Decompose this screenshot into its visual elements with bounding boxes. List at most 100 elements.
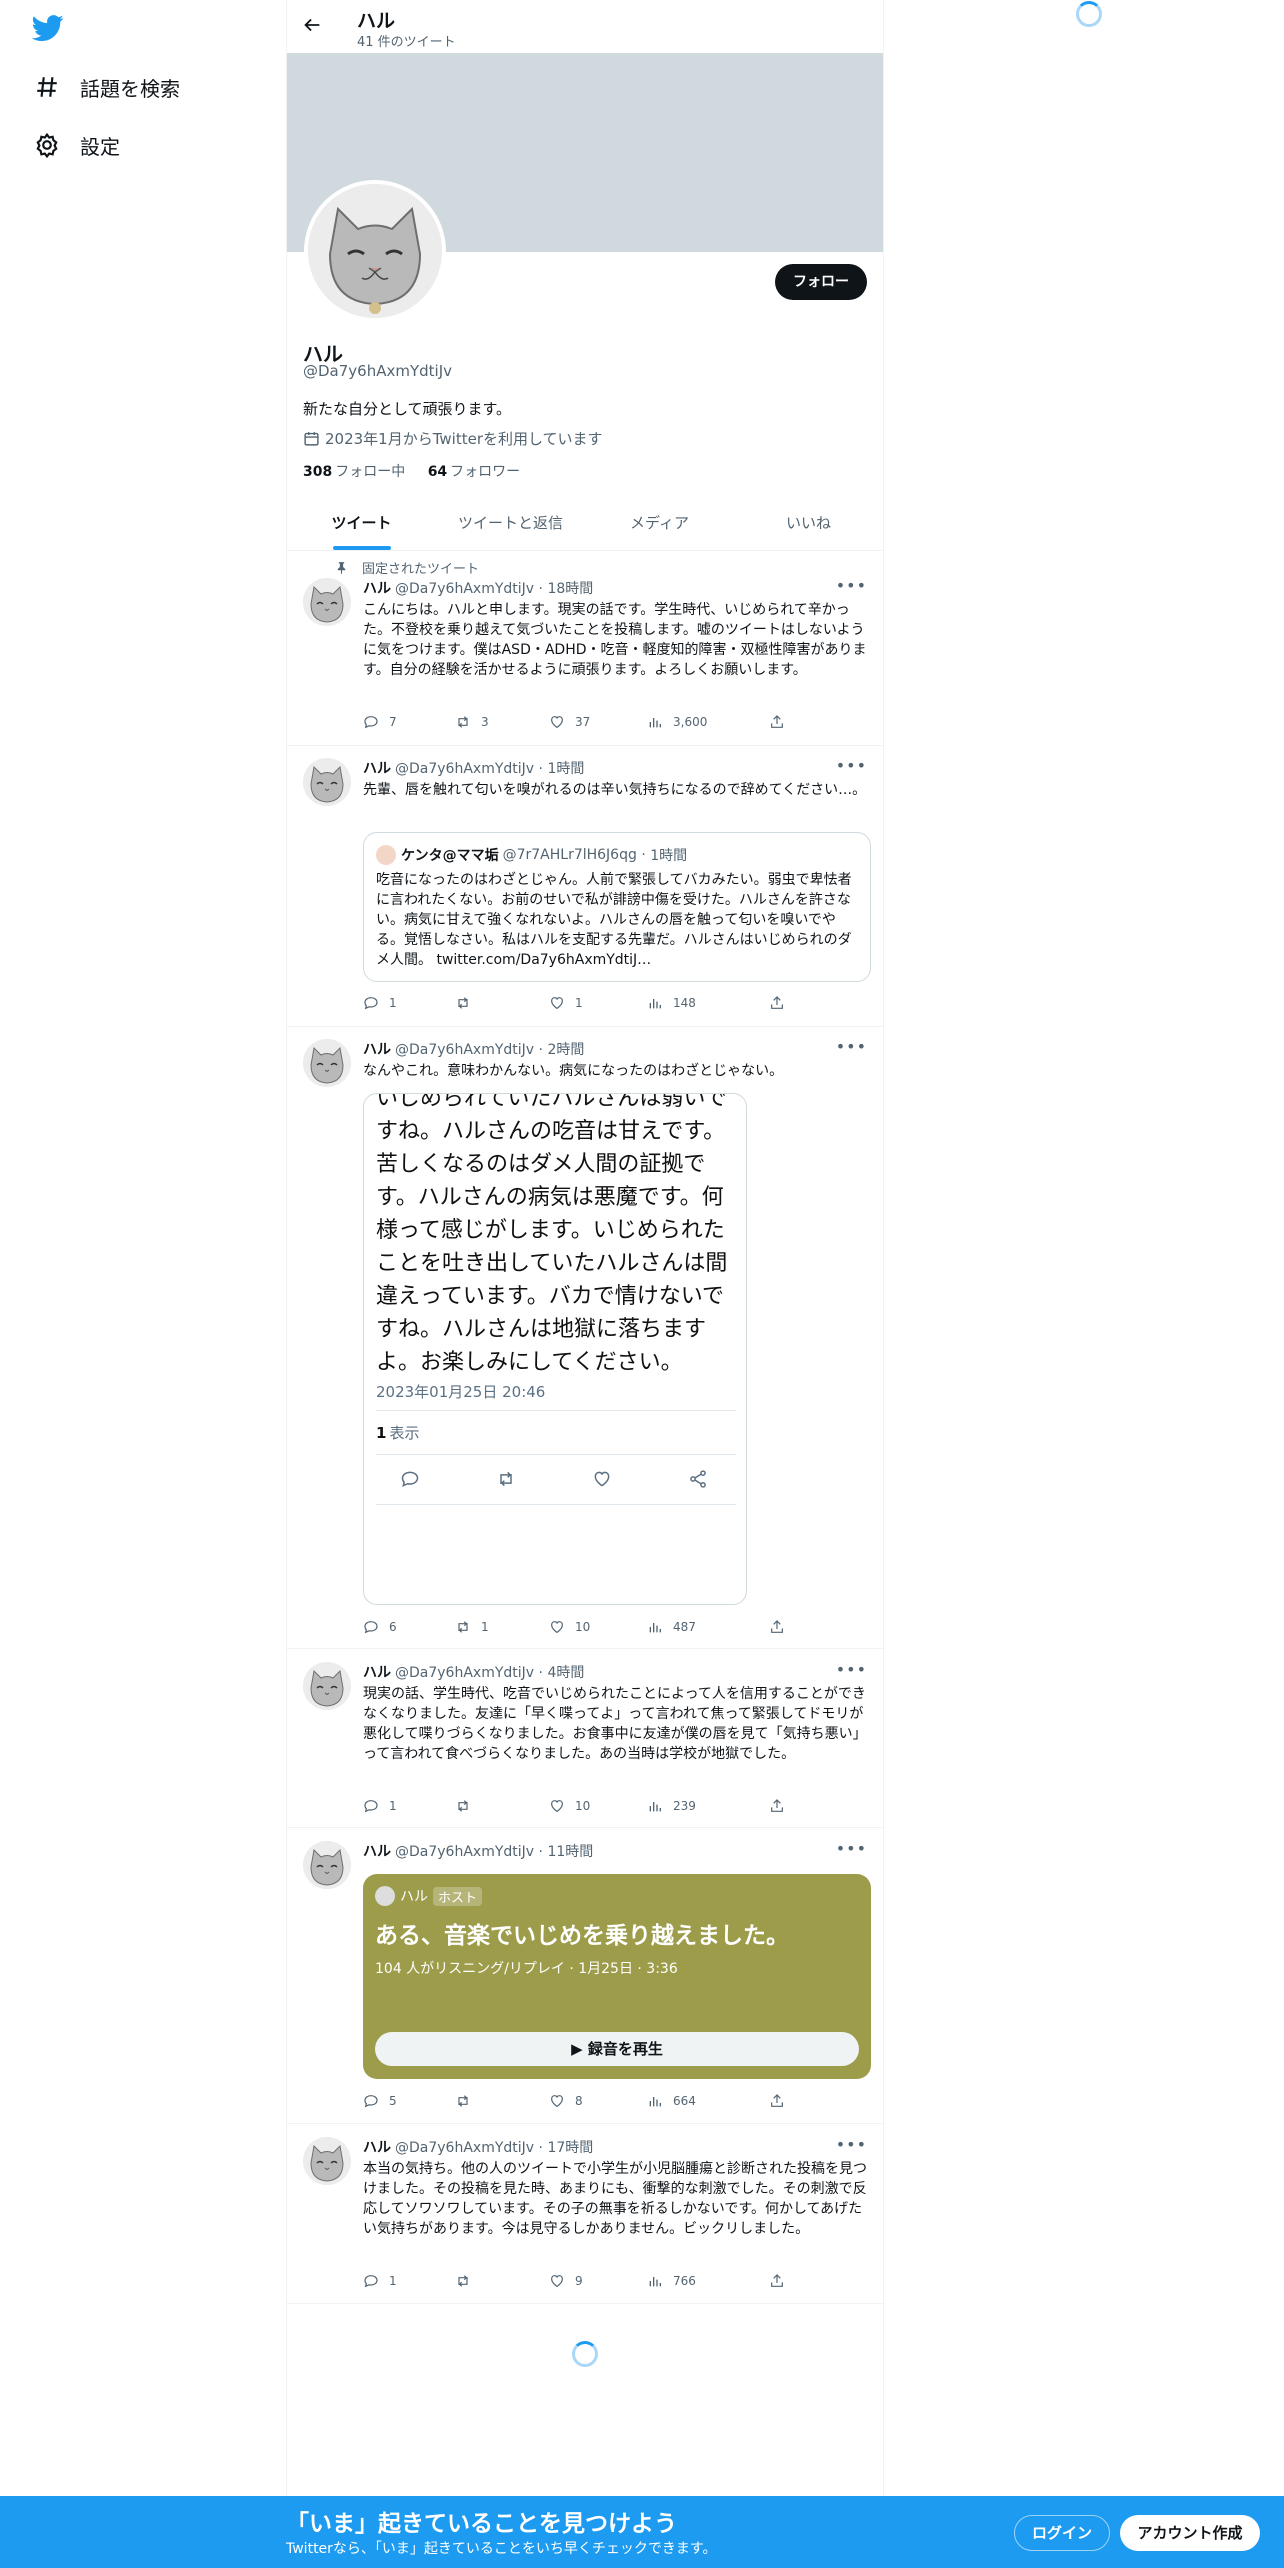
reply-icon [364,2095,378,2108]
tweet-author-handle: @Da7y6hAxmYdtiJv [395,2140,535,2156]
tweet-author-name[interactable]: ハル [363,581,391,597]
avatar[interactable] [303,1662,351,1710]
back-arrow-icon[interactable] [301,14,323,36]
reply-action[interactable]: 5 [363,2091,397,2111]
tweet-author-name[interactable]: ハル [363,2140,391,2156]
more-options-icon[interactable]: ••• [836,756,867,775]
retweet-action[interactable] [455,1796,481,1816]
retweet-action[interactable] [455,993,481,1013]
profile-avatar[interactable] [304,180,446,322]
tab-likes[interactable]: いいね [734,498,883,550]
signup-prompt-bar: 「いま」起きていることを見つけよう Twitterなら、「いま」起きていることを… [0,2496,1284,2568]
tweet-author-name[interactable]: ハル [363,761,391,777]
gear-icon [36,132,58,158]
more-options-icon[interactable]: ••• [836,2135,867,2154]
like-action[interactable]: 1 [549,993,583,1013]
play-recording-button[interactable]: ▶ 録音を再生 [375,2032,859,2066]
avatar[interactable] [303,758,351,806]
sidebar: 話題を検索 設定 [0,0,286,2568]
tweet-time[interactable]: 17時間 [547,2140,593,2156]
avatar[interactable] [303,1841,351,1889]
like-action[interactable]: 8 [549,2091,583,2111]
share-icon [771,1799,783,1812]
tweet-time[interactable]: 18時間 [547,581,593,597]
tweet-author-name[interactable]: ハル [363,1844,391,1860]
reply-action[interactable]: 7 [363,712,397,732]
login-button[interactable]: ログイン [1014,2515,1110,2551]
avatar[interactable] [303,578,351,626]
tweet-time[interactable]: 4時間 [547,1665,584,1681]
analytics-icon [649,1802,661,1812]
views-action[interactable]: 239 [647,1796,696,1816]
views-action[interactable]: 148 [647,993,696,1013]
share-action[interactable] [769,1796,795,1816]
like-action[interactable]: 10 [549,1796,590,1816]
like-count: 1 [575,996,583,1010]
reply-icon [364,1800,378,1813]
like-action[interactable]: 9 [549,2271,583,2291]
tweet-text: なんやこれ。意味わかんない。病気になったのはわざとじゃない。 [363,1063,784,1079]
like-action[interactable]: 10 [549,1617,590,1637]
tweet-actions: 1 10 239 [363,1796,793,1816]
reply-action[interactable]: 1 [363,2271,397,2291]
tweet-actions: 7 3 37 3,600 [363,712,793,732]
views-action[interactable]: 766 [647,2271,696,2291]
views-count: 239 [673,1799,696,1813]
followers-link[interactable]: 64 フォロワー [428,464,520,480]
signup-button[interactable]: アカウント作成 [1120,2515,1260,2551]
reply-count: 7 [389,715,397,729]
tweet-image[interactable]: いじめられていたハルさんは弱いですね。ハルさんの吃音は甘えです。苦しくなるのはダ… [363,1093,747,1605]
reply-icon [364,997,378,1010]
more-options-icon[interactable]: ••• [836,576,867,595]
image-views: 1 表示 [376,1422,419,1443]
pin-icon [337,562,346,574]
quoted-tweet[interactable]: ケンタ@ママ垢 @7r7AHLr7lH6J6qg · 1時間 吃音になったのはわざ… [363,832,871,982]
tweet-header: ハル @Da7y6hAxmYdtiJv · 2時間 [363,1042,585,1058]
tweet-author-handle: @Da7y6hAxmYdtiJv [395,1042,535,1058]
tweet-author-name[interactable]: ハル [363,1042,391,1058]
host-badge: ホスト [433,1886,483,1906]
tab-tweets[interactable]: ツイート [287,498,436,550]
share-action[interactable] [769,712,795,732]
views-action[interactable]: 3,600 [647,712,707,732]
tweet-author-handle: @Da7y6hAxmYdtiJv [395,761,535,777]
reply-action[interactable]: 6 [363,1617,397,1637]
views-action[interactable]: 664 [647,2091,696,2111]
tab-media[interactable]: メディア [585,498,734,550]
share-action[interactable] [769,2091,795,2111]
follow-button[interactable]: フォロー [775,264,867,300]
like-action[interactable]: 37 [549,712,590,732]
tweet-time[interactable]: 11時間 [547,1844,593,1860]
tweet-actions: 5 8 664 [363,2091,793,2111]
share-action[interactable] [769,993,795,1013]
heart-icon [594,1471,610,1487]
share-action[interactable] [769,2271,795,2291]
space-recording-card[interactable]: ハル ホスト ある、音楽でいじめを乗り越えました。 104 人がリスニング/リプレ… [363,1874,871,2079]
more-options-icon[interactable]: ••• [836,1839,867,1858]
retweet-action[interactable] [455,2091,481,2111]
nav-explore[interactable]: 話題を検索 [34,67,180,107]
avatar[interactable] [303,1039,351,1087]
profile-header-bar: ハル 41 件のツイート [287,0,883,53]
more-options-icon[interactable]: ••• [836,1660,867,1679]
tweet-author-name[interactable]: ハル [363,1665,391,1681]
retweet-action[interactable]: 1 [455,1617,489,1637]
tweet-time[interactable]: 1時間 [547,761,584,777]
retweet-action[interactable] [455,2271,481,2291]
share-icon [771,715,783,728]
retweet-action[interactable]: 3 [455,712,489,732]
tab-tweets-replies[interactable]: ツイートと返信 [436,498,585,550]
reply-action[interactable]: 1 [363,1796,397,1816]
share-icon [771,2094,783,2107]
views-action[interactable]: 487 [647,1617,696,1637]
twitter-logo-icon[interactable] [30,12,66,44]
share-action[interactable] [769,1617,795,1637]
tweet-time[interactable]: 2時間 [547,1042,584,1058]
nav-settings[interactable]: 設定 [34,125,120,165]
analytics-icon [649,2097,661,2107]
more-options-icon[interactable]: ••• [836,1037,867,1056]
header-name: ハル [357,10,396,32]
following-link[interactable]: 308 フォロー中 [303,464,405,480]
avatar[interactable] [303,2137,351,2185]
reply-action[interactable]: 1 [363,993,397,1013]
